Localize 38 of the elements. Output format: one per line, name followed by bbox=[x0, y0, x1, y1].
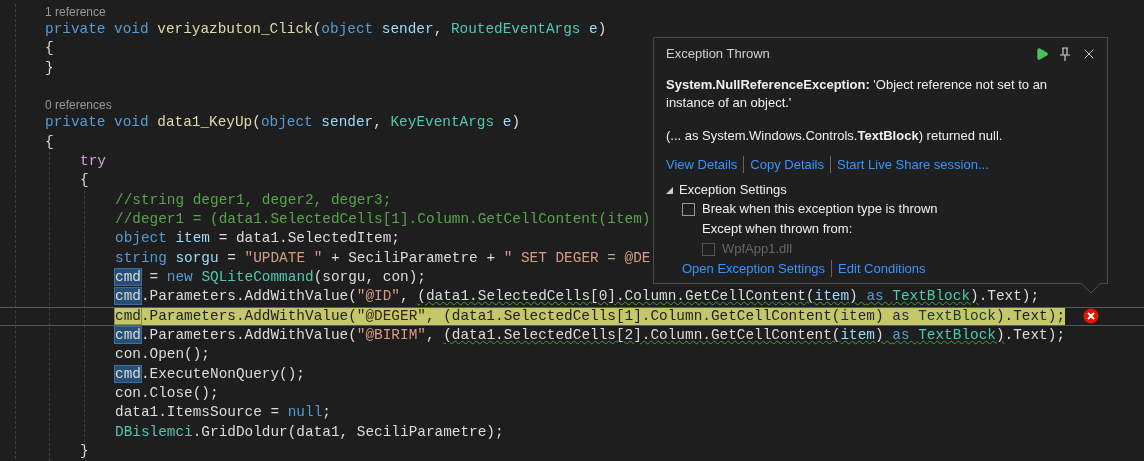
code-line: private void data1_KeyUp(object sender, KeyEventArgs e) bbox=[45, 113, 520, 133]
code-line: { bbox=[45, 132, 54, 152]
code-line: cmd.Parameters.AddWithValue("@ID", (data1.SelectedCells[0].Column.GetCellContent(item) as TextBlock).Text); bbox=[115, 287, 1040, 307]
reference-count[interactable]: 0 references bbox=[45, 97, 112, 114]
continue-icon[interactable] bbox=[1035, 47, 1049, 61]
code-line: cmd = new SQLiteCommand(sorgu, con); bbox=[115, 267, 426, 287]
code-line: { bbox=[80, 171, 89, 191]
code-line: try bbox=[80, 151, 106, 171]
code-line: private void veriyazbuton_Click(object sender, RoutedEventArgs e) bbox=[45, 20, 607, 39]
section-title[interactable]: Exception Settings bbox=[679, 180, 787, 200]
except-label: Except when thrown from: bbox=[701, 220, 854, 238]
popup-link[interactable]: Copy Details bbox=[750, 156, 824, 173]
code-line: DBislemci.GridDoldur(data1, SeciliParametre); bbox=[115, 422, 504, 442]
checkbox-label: Break when this exception type is thrown bbox=[702, 200, 938, 219]
checkbox[interactable] bbox=[682, 202, 695, 216]
code-line: string sorgu = "UPDATE " + SeciliParametre + " SET DEGER = @DE bbox=[115, 248, 651, 268]
code-line: con.Open(); bbox=[115, 345, 210, 365]
code-line: } bbox=[80, 441, 89, 461]
exception-detail: (... as System.Windows.Controls.TextBlock) returned null. bbox=[666, 127, 1004, 145]
code-line: object item = data1.SelectedItem; bbox=[115, 229, 400, 249]
popup-link[interactable]: Start Live Share session... bbox=[837, 156, 989, 173]
code-line: data1.ItemsSource = null; bbox=[115, 403, 331, 423]
code-line: { bbox=[45, 39, 54, 59]
settings-link[interactable]: Edit Conditions bbox=[838, 260, 926, 277]
popup-title: Exception Thrown bbox=[666, 45, 770, 64]
code-line: //string deger1, deger2, deger3; bbox=[115, 190, 392, 210]
settings-link[interactable]: Open Exception Settings bbox=[682, 260, 826, 277]
code-line: con.Close(); bbox=[115, 383, 219, 403]
checkbox-label: WpfApp1.dll bbox=[722, 240, 793, 259]
pin-icon[interactable] bbox=[1059, 46, 1071, 62]
expanded-triangle-icon[interactable] bbox=[666, 186, 673, 194]
reference-count[interactable]: 1 reference bbox=[45, 4, 106, 20]
code-line: //deger1 = (data1.SelectedCells[1].Column.GetCellContent(item) bbox=[115, 209, 651, 229]
code-line: } bbox=[45, 58, 54, 78]
code-line: cmd.ExecuteNonQuery(); bbox=[115, 364, 305, 384]
code-line: cmd.Parameters.AddWithValue("@BIRIM", (data1.SelectedCells[2].Column.GetCellContent(item) as TextBlock).Text); bbox=[115, 325, 1066, 345]
popup-link[interactable]: View Details bbox=[666, 156, 738, 173]
exception-message: System.NullReferenceException: 'Object reference not set to an instance of an object.' bbox=[666, 76, 1049, 112]
